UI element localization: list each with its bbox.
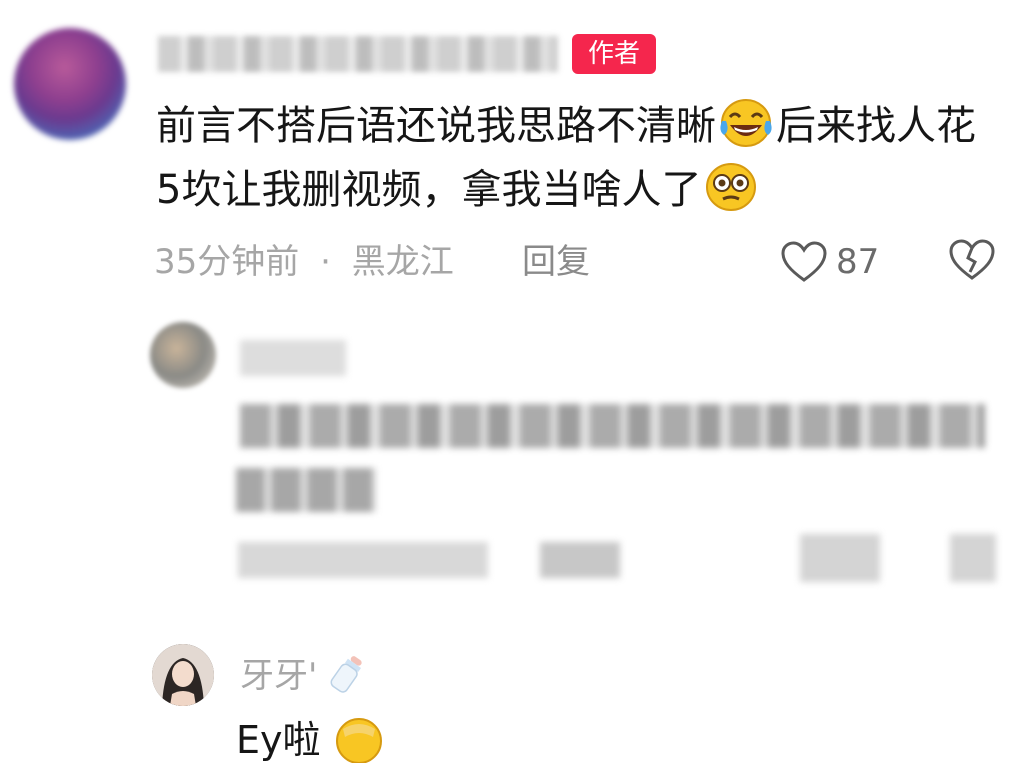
baby-bottle-icon — [330, 656, 362, 693]
like-button[interactable]: 87 — [780, 238, 879, 286]
dislike-button[interactable] — [948, 238, 996, 286]
reply-avatar-blurred[interactable] — [150, 322, 216, 388]
girl-portrait-avatar-icon — [152, 644, 214, 706]
heart-outline-icon — [781, 241, 827, 282]
author-avatar[interactable] — [14, 28, 126, 140]
reply-username-blurred[interactable] — [240, 340, 346, 376]
reply-text-blurred-line-1 — [240, 404, 985, 448]
face-palm-emoji-icon — [335, 718, 382, 764]
reply-text-content: Ey啦 — [236, 718, 321, 762]
comment-time: 35分钟前 — [154, 242, 300, 282]
comment-text-part-1: 前言不搭后语还说我思路不清晰 — [156, 103, 716, 149]
comment-location: 黑龙江 — [351, 242, 454, 282]
comment-meta: 35分钟前 · 黑龙江 — [154, 238, 454, 286]
reply-reply-button-blurred[interactable] — [540, 542, 620, 578]
author-username-blurred[interactable] — [158, 36, 558, 72]
reply-username[interactable]: 牙牙' — [240, 652, 366, 700]
reply-dislike-blurred[interactable] — [950, 534, 996, 582]
reply-button[interactable]: 回复 — [522, 238, 590, 286]
reply-username-text: 牙牙' — [240, 656, 318, 696]
reply-text-blurred-line-2 — [236, 468, 376, 512]
comment-text: 前言不搭后语还说我思路不清晰 后来找人花5坎让我删视频，拿我当啥人了 — [156, 94, 996, 222]
reply-avatar[interactable] — [152, 644, 214, 706]
dizzy-face-emoji-icon — [706, 163, 757, 211]
laughing-tears-emoji-icon — [720, 99, 772, 147]
meta-separator: · — [320, 242, 331, 282]
reply-like-blurred[interactable] — [800, 534, 880, 582]
reply-meta-blurred — [238, 542, 488, 578]
author-badge: 作者 — [572, 34, 656, 74]
reply-text: Ey啦 — [236, 712, 385, 768]
like-count: 87 — [836, 242, 880, 282]
broken-heart-icon — [949, 239, 995, 280]
